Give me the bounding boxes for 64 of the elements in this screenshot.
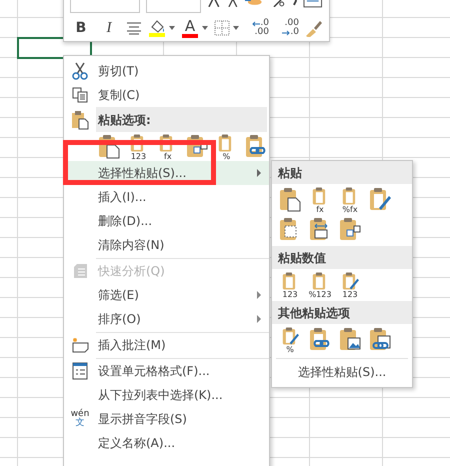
clipboard-icon xyxy=(97,132,122,158)
scissors-icon xyxy=(72,62,88,80)
clipboard-icon xyxy=(280,326,300,346)
shrink-font-icon[interactable] xyxy=(226,0,238,7)
font-color-button[interactable]: A xyxy=(181,18,199,38)
clipboard-icon xyxy=(368,326,392,352)
dropdown-caret-icon[interactable] xyxy=(233,26,239,30)
paste-option-button[interactable]: % xyxy=(213,132,240,160)
dropdown-caret-icon[interactable] xyxy=(169,26,175,30)
copy-icon xyxy=(72,87,88,103)
menu-item[interactable]: 插入(I)... xyxy=(64,185,269,209)
menu-section-header: 粘贴 xyxy=(272,161,412,184)
submenu-arrow-icon xyxy=(257,315,261,323)
menu-section-header: 粘贴数值 xyxy=(272,246,412,269)
format-cells-icon xyxy=(72,362,88,380)
menu-item[interactable]: 插入批注(M) xyxy=(64,333,269,357)
bold-button[interactable]: B xyxy=(70,17,92,39)
pinyin-icon: wén 文 xyxy=(70,410,90,428)
submenu-arrow-icon xyxy=(257,291,261,299)
comma-icon[interactable] xyxy=(292,0,298,7)
borders-icon[interactable] xyxy=(214,20,230,36)
paste-option-button[interactable]: 123 xyxy=(336,271,364,299)
menu-item[interactable]: 定义名称(A)... xyxy=(64,431,269,455)
menu-item[interactable]: 选择性粘贴(S)... xyxy=(272,361,412,383)
fill-color-icon[interactable] xyxy=(148,18,166,38)
clipboard-icon xyxy=(185,132,210,158)
clipboard-icon xyxy=(338,216,362,242)
paste-option-button[interactable]: %fx xyxy=(336,186,364,214)
clipboard-icon xyxy=(338,326,362,352)
menu-item[interactable]: 筛选(E) xyxy=(64,283,269,307)
clipboard-icon xyxy=(340,271,360,291)
menu-item[interactable]: 复制(C) xyxy=(64,83,269,107)
paste-option-button[interactable]: %123 xyxy=(306,271,334,299)
increase-decimal-button[interactable]: .0 .00 xyxy=(245,19,269,37)
align-center-icon[interactable] xyxy=(126,21,142,35)
menu-item[interactable]: 从下拉列表中选择(K)... xyxy=(64,383,269,407)
paste-option-button[interactable]: fx xyxy=(154,132,181,160)
menu-item[interactable]: 设置单元格格式(F)... xyxy=(64,359,269,383)
note-icon xyxy=(71,337,89,353)
percent-icon[interactable] xyxy=(272,0,286,7)
clipboard-icon xyxy=(71,110,89,130)
left-arrow-icon xyxy=(252,20,260,26)
paste-option-button[interactable] xyxy=(96,132,122,160)
clipboard-icon xyxy=(308,326,332,352)
quick-analysis-icon xyxy=(72,263,88,279)
paste-option-button[interactable]: 123 xyxy=(276,271,304,299)
decrease-decimal-button[interactable]: .00 .0 xyxy=(275,19,299,37)
italic-button[interactable]: I xyxy=(98,17,120,39)
menu-item[interactable]: 删除(D)... xyxy=(64,209,269,233)
clipboard-icon xyxy=(278,186,302,212)
paste-option-button[interactable]: 123 xyxy=(125,132,152,160)
dropdown-caret-icon[interactable] xyxy=(202,26,208,30)
menu-item[interactable]: 清除内容(N) xyxy=(64,233,269,257)
menu-item[interactable]: 排序(O) xyxy=(64,307,269,331)
format-painter-icon[interactable] xyxy=(305,19,323,37)
clipboard-icon xyxy=(368,186,392,212)
menu-section-header: 其他粘贴选项 xyxy=(272,301,412,324)
paste-option-button[interactable]: % xyxy=(276,326,304,354)
paste-option-button[interactable]: fx xyxy=(306,186,334,214)
right-arrow-icon xyxy=(282,30,290,36)
grow-font-icon[interactable] xyxy=(207,0,221,7)
menu-section-header: 粘贴选项: xyxy=(96,107,267,132)
menu-item[interactable]: 剪切(T) xyxy=(64,59,269,83)
submenu-arrow-icon xyxy=(257,169,261,177)
